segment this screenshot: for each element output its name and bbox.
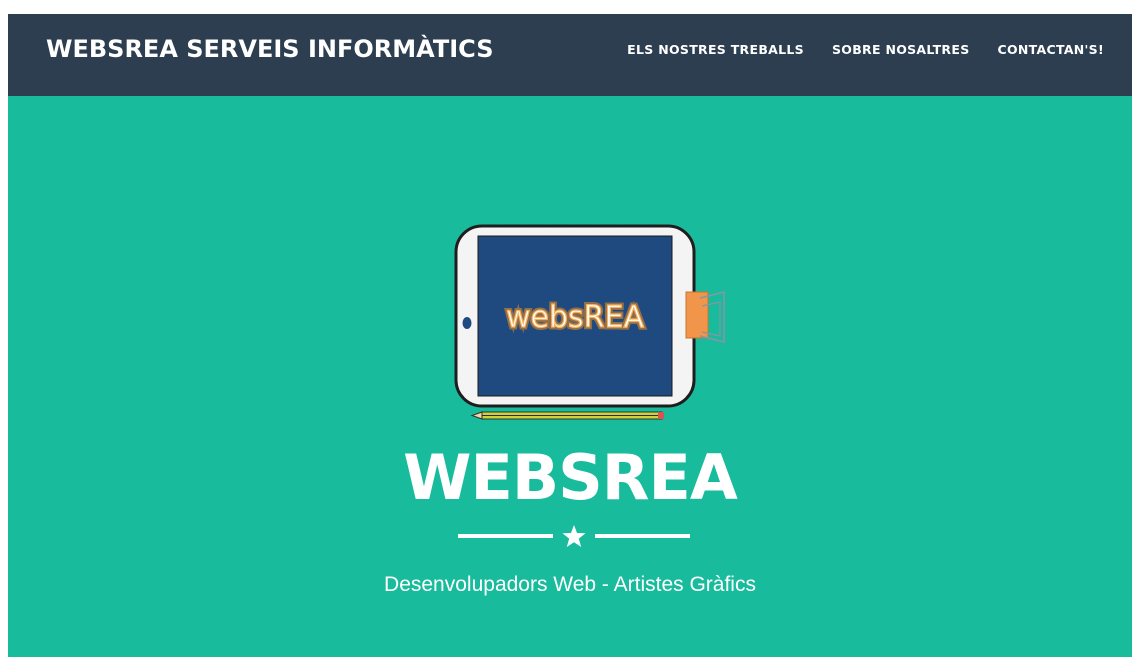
star-icon bbox=[562, 525, 586, 547]
divider-line-right bbox=[595, 534, 690, 538]
star-divider bbox=[458, 523, 690, 549]
nav-link-treballs[interactable]: ELS NOSTRES TREBALLS bbox=[627, 42, 804, 57]
page-frame: WEBSREA SERVEIS INFORMÀTICS ELS NOSTRES … bbox=[8, 14, 1132, 657]
nav-menu: ELS NOSTRES TREBALLS SOBRE NOSALTRES CON… bbox=[627, 14, 1104, 84]
divider-line-left bbox=[458, 534, 553, 538]
websrea-logo-image: websREA websREA bbox=[454, 224, 725, 420]
hero-section: websREA websREA WEBSREA Desenvolupadors … bbox=[8, 96, 1132, 657]
navbar: WEBSREA SERVEIS INFORMÀTICS ELS NOSTRES … bbox=[8, 14, 1132, 96]
nav-link-sobre-nosaltres[interactable]: SOBRE NOSALTRES bbox=[832, 42, 970, 57]
svg-text:websREA: websREA bbox=[506, 300, 644, 335]
brand-link[interactable]: WEBSREA SERVEIS INFORMÀTICS bbox=[46, 14, 493, 84]
nav-link-contacte[interactable]: CONTACTAN'S! bbox=[998, 42, 1105, 57]
hero-subtitle: Desenvolupadors Web - Artistes Gràfics bbox=[384, 573, 756, 596]
hero-title: WEBSREA bbox=[403, 441, 738, 514]
